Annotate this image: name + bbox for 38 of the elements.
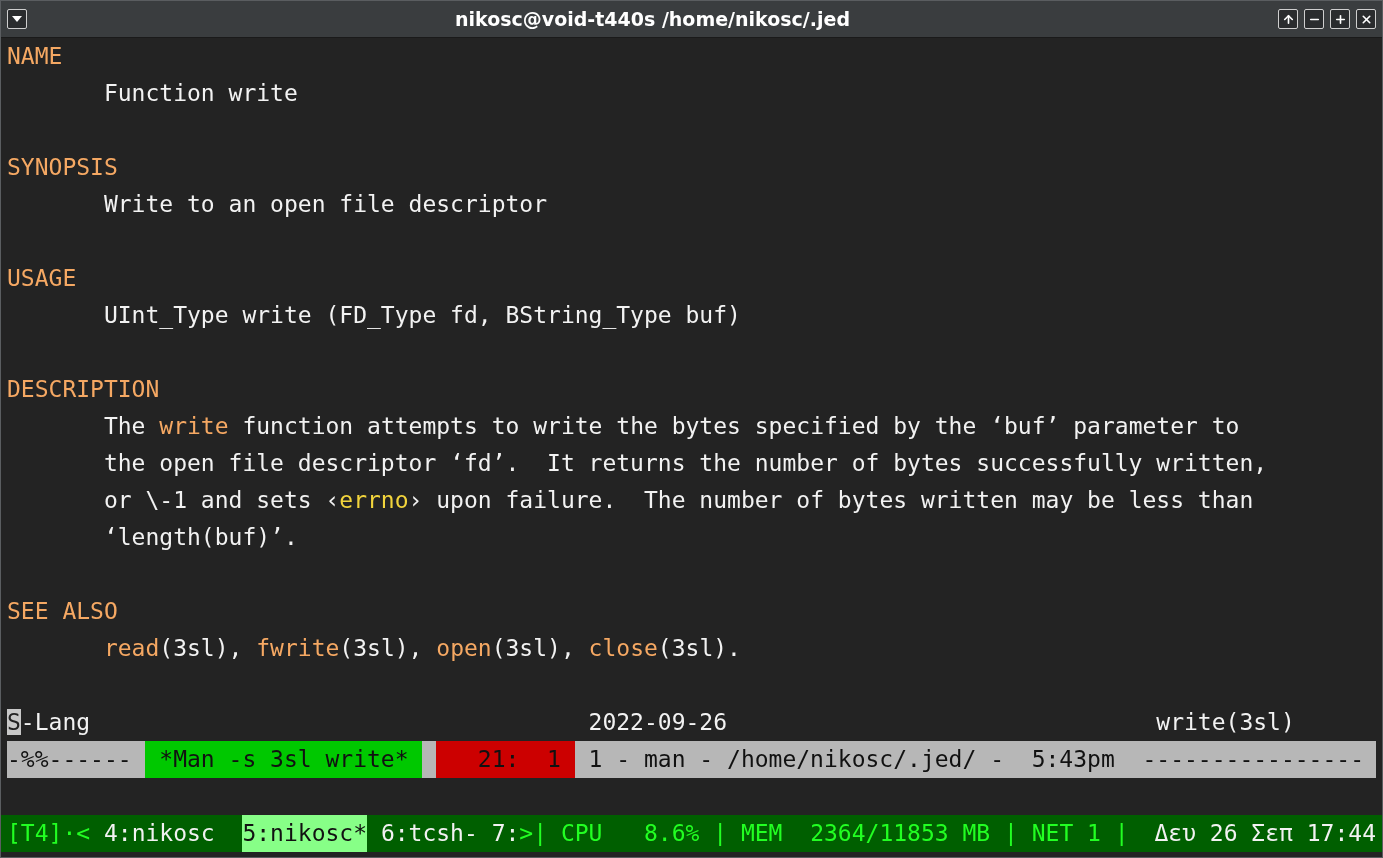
window-tab[interactable]: 6:tcsh- [380, 815, 478, 852]
left-marker: ·< [62, 819, 91, 848]
section-heading: USAGE [7, 264, 77, 293]
text-line: Write to an open file descriptor [102, 190, 548, 219]
minimize-button[interactable] [1304, 9, 1324, 29]
text-line: Function write [102, 79, 298, 108]
buffer-name: *Man -s 3sl write* [145, 741, 423, 778]
keep-above-button[interactable] [1278, 9, 1298, 29]
clock: Δευ 26 Σεπ 17:44 [1154, 819, 1376, 848]
window-title: nikosc@void-t440s /home/nikosc/.jed [454, 8, 851, 30]
text-line: UInt_Type write (FD_Type fd, BString_Type buf) [102, 301, 741, 331]
date-text: 2022-09-26 [588, 709, 728, 735]
close-icon [1359, 12, 1373, 26]
right-marker: >| [519, 819, 548, 848]
caret-icon [12, 16, 22, 22]
text-line: read(3sl), fwrite(3sl), open(3sl), close(3sl). [102, 634, 741, 663]
text-line: ‘length(buf)’. [102, 523, 298, 552]
mode-name: -Lang [20, 709, 91, 735]
arrow-up-icon [1281, 12, 1295, 26]
text-line: the open file descriptor ‘fd’. It returns the number of bytes successfully written, [102, 449, 1268, 478]
section-heading: SYNOPSIS [7, 153, 118, 182]
window-tab[interactable]: 7: [491, 815, 520, 852]
section-heading: NAME [7, 42, 63, 71]
maximize-button[interactable] [1330, 9, 1350, 29]
close-button[interactable] [1356, 9, 1376, 29]
system-stats: CPU 8.6% | MEM 2364/11853 MB | NET 1 | [560, 819, 1129, 848]
session-name: [T4] [7, 819, 63, 848]
page-name: write(3sl) [1156, 708, 1295, 737]
window-menu-button[interactable] [7, 9, 27, 29]
section-heading: DESCRIPTION [7, 375, 160, 404]
window-tab[interactable]: 5:nikosc* [242, 815, 368, 852]
text-cursor: S [7, 709, 21, 735]
window-tab[interactable]: 4:nikosc [103, 815, 215, 852]
section-heading: SEE ALSO [7, 597, 118, 626]
text-line: The write function attempts to write the bytes specified by the ‘buf’ parameter to [102, 412, 1240, 441]
plus-icon [1333, 12, 1347, 26]
cursor-position: 21: 1 [436, 741, 575, 778]
text-line: or \-1 and sets ‹errno› upon failure. The number of bytes written may be less than [102, 486, 1254, 515]
